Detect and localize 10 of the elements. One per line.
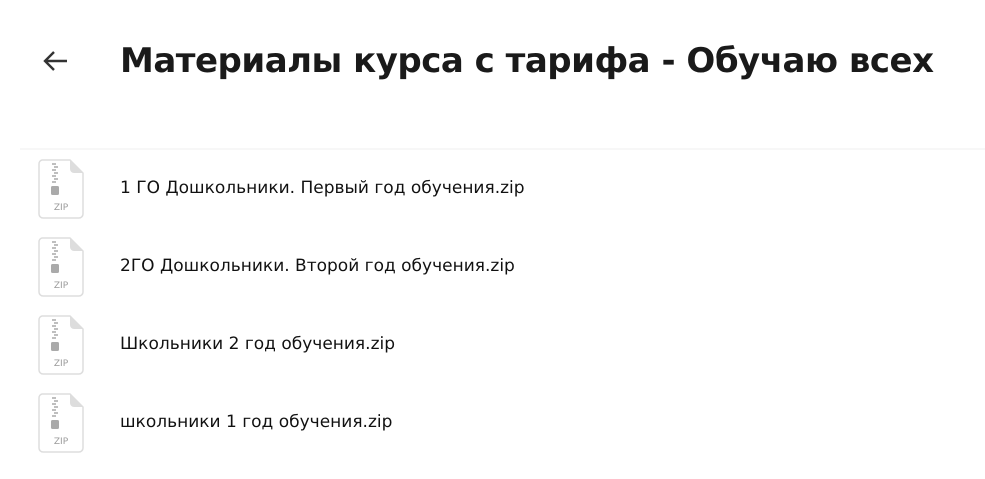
zip-file-icon: ZIP bbox=[38, 315, 84, 375]
back-arrow-icon bbox=[41, 49, 69, 73]
page-title: Материалы курса с тарифа - Обучаю всех bbox=[120, 40, 934, 82]
zip-file-icon: ZIP bbox=[38, 393, 84, 453]
zip-file-icon: ZIP bbox=[38, 237, 84, 297]
file-name[interactable]: 1 ГО Дошкольники. Первый год обучения.zip bbox=[120, 176, 525, 202]
file-name[interactable]: 2ГО Дошкольники. Второй год обучения.zip bbox=[120, 254, 515, 280]
zip-file-icon: ZIP bbox=[38, 159, 84, 219]
file-name[interactable]: Школьники 2 год обучения.zip bbox=[120, 332, 396, 358]
file-name[interactable]: школьники 1 год обучения.zip bbox=[120, 410, 392, 436]
